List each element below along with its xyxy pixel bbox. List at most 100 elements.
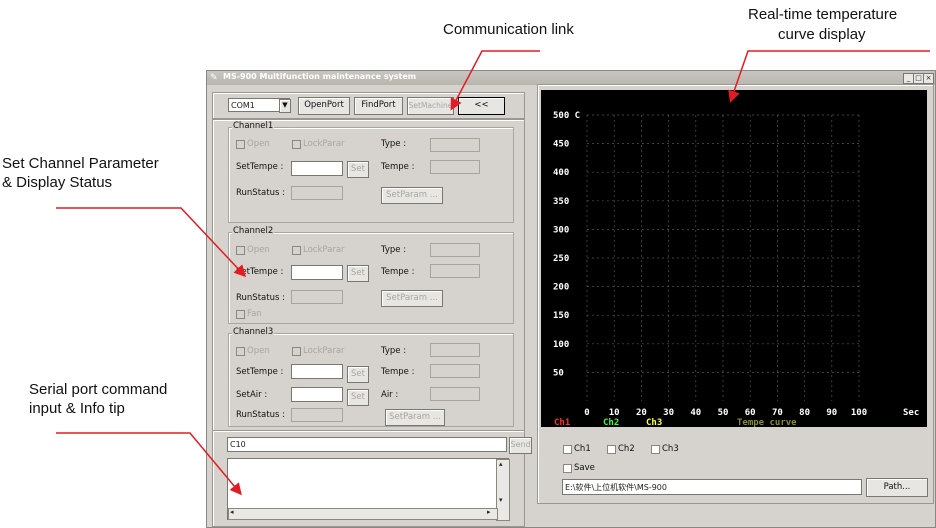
info-horizontal-scrollbar[interactable]: ◂ ▸ xyxy=(228,508,498,520)
channel3-tempe-field xyxy=(430,364,480,378)
ch1-checkbox[interactable] xyxy=(563,445,572,454)
channel1-runstatus-label: RunStatus : xyxy=(236,188,285,198)
info-vertical-scrollbar[interactable]: ▴ ▾ xyxy=(496,459,510,521)
channel2-runstatus-field xyxy=(291,290,343,304)
channel2-set-button[interactable]: Set xyxy=(347,265,369,282)
channel3-title: Channel3 xyxy=(232,327,275,337)
channel3-type-label: Type : xyxy=(381,346,407,356)
ch3-checkbox[interactable] xyxy=(651,445,660,454)
channel2-title: Channel2 xyxy=(232,226,275,236)
x-tick-label: 100 xyxy=(851,408,867,418)
channel1-set-button[interactable]: Set xyxy=(347,161,369,178)
set-machine-button[interactable]: SetMachine xyxy=(407,97,454,115)
x-tick-label: 70 xyxy=(772,408,783,418)
send-button[interactable]: Send xyxy=(509,437,532,454)
channel1-title: Channel1 xyxy=(232,121,275,131)
serial-command-input[interactable]: C10 xyxy=(227,437,507,452)
channel3-lock-checkbox[interactable] xyxy=(292,347,301,356)
channel3-lock-label: LockParar xyxy=(303,346,345,356)
x-tick-label: 40 xyxy=(690,408,701,418)
y-tick-label: 400 xyxy=(553,168,569,178)
channel1-setparam-button[interactable]: SetParam ... xyxy=(381,187,443,204)
channel3-settempe-input[interactable] xyxy=(291,364,343,379)
scroll-down-icon[interactable]: ▾ xyxy=(499,496,503,504)
channel1-open-checkbox[interactable] xyxy=(236,140,245,149)
x-tick-label: 10 xyxy=(609,408,620,418)
channel2-setparam-button[interactable]: SetParam ... xyxy=(381,290,443,307)
channel2-lock-checkbox[interactable] xyxy=(292,246,301,255)
annotation-serial-line2: input & Info tip xyxy=(29,400,125,417)
save-checkbox[interactable] xyxy=(563,464,572,473)
channel2-tempe-field xyxy=(430,264,480,278)
temperature-chart-svg: 500 C 450 400 350 300 250 200 150 100 50 0 10 20 30 40… xyxy=(553,111,919,427)
channel2-open-checkbox[interactable] xyxy=(236,246,245,255)
channel3-setparam-button[interactable]: SetParam ... xyxy=(385,409,445,426)
annotation-communication-link: Communication link xyxy=(443,21,574,38)
channel2-type-label: Type : xyxy=(381,245,407,255)
y-tick-label: 350 xyxy=(553,197,569,207)
x-tick-label: 30 xyxy=(663,408,674,418)
x-tick-label: 0 xyxy=(584,408,589,418)
close-button[interactable]: × xyxy=(923,73,934,84)
scroll-right-icon[interactable]: ▸ xyxy=(487,508,491,516)
channel3-runstatus-label: RunStatus : xyxy=(236,410,285,420)
open-port-button[interactable]: OpenPort xyxy=(298,97,350,115)
channel3-open-checkbox[interactable] xyxy=(236,347,245,356)
legend-ch3: Ch3 xyxy=(646,418,662,427)
find-port-button[interactable]: FindPort xyxy=(354,97,403,115)
y-tick-label: 450 xyxy=(553,140,569,150)
channel3-open-label: Open xyxy=(247,346,270,356)
channel2-fan-label: Fan xyxy=(247,309,262,319)
channel3-setair-button[interactable]: Set xyxy=(347,389,369,406)
channel3-setair-input[interactable] xyxy=(291,387,343,402)
channel3-setair-label: SetAir : xyxy=(236,390,268,400)
channel1-lock-label: LockParar xyxy=(303,139,345,149)
temperature-chart: 500 C 450 400 350 300 250 200 150 100 50 0 10 20 30 40… xyxy=(541,90,927,427)
annotation-temperature-line1: Real-time temperature xyxy=(748,6,898,23)
app-icon: ✎ xyxy=(210,73,218,83)
annotation-channel-line2: & Display Status xyxy=(2,174,113,191)
annotation-temperature-line2: curve display xyxy=(778,26,866,43)
x-tick-label: 50 xyxy=(718,408,729,418)
channel2-open-label: Open xyxy=(247,245,270,255)
ch2-checkbox-label: Ch2 xyxy=(618,444,635,454)
channel1-tempe-label: Tempe : xyxy=(381,162,415,172)
x-tick-label: 60 xyxy=(745,408,756,418)
channel2-fan-checkbox[interactable] xyxy=(236,310,245,319)
y-tick-label: 300 xyxy=(553,225,569,235)
channel2-lock-label: LockParar xyxy=(303,245,345,255)
ch2-checkbox[interactable] xyxy=(607,445,616,454)
port-dropdown-button[interactable]: ▼ xyxy=(279,99,291,113)
channel3-set-button[interactable]: Set xyxy=(347,366,369,383)
channel2-settempe-input[interactable] xyxy=(291,265,343,280)
chart-title: Tempe curve xyxy=(737,418,797,427)
y-tick-label: 200 xyxy=(553,283,569,293)
legend-ch2: Ch2 xyxy=(603,418,619,427)
channel3-air-field xyxy=(430,387,480,401)
channel2-tempe-label: Tempe : xyxy=(381,267,415,277)
channel1-settempe-label: SetTempe : xyxy=(236,162,284,172)
path-button[interactable]: Path... xyxy=(866,478,928,497)
channel1-tempe-field xyxy=(430,160,480,174)
ch1-checkbox-label: Ch1 xyxy=(574,444,591,454)
channel3-type-field xyxy=(430,343,480,357)
x-tick-label: 20 xyxy=(636,408,647,418)
scroll-left-icon[interactable]: ◂ xyxy=(230,508,234,516)
channel3-air-label: Air : xyxy=(381,390,399,400)
channel1-type-label: Type : xyxy=(381,139,407,149)
legend-ch1: Ch1 xyxy=(554,418,570,427)
path-input[interactable]: E:\软件\上位机软件\MS-900 xyxy=(562,479,862,495)
channel1-runstatus-field xyxy=(291,186,343,200)
collapse-button[interactable]: << xyxy=(458,97,505,115)
channel1-lock-checkbox[interactable] xyxy=(292,140,301,149)
scroll-up-icon[interactable]: ▴ xyxy=(499,460,503,468)
annotation-channel-line1: Set Channel Parameter xyxy=(2,155,159,172)
channel3-settempe-label: SetTempe : xyxy=(236,367,284,377)
save-checkbox-label: Save xyxy=(574,463,595,473)
channel2-runstatus-label: RunStatus : xyxy=(236,293,285,303)
channel1-open-label: Open xyxy=(247,139,270,149)
channel3-tempe-label: Tempe : xyxy=(381,367,415,377)
channel1-settempe-input[interactable] xyxy=(291,161,343,176)
window-title: MS-900 Multifunction maintenance system xyxy=(223,72,417,81)
y-tick-label: 100 xyxy=(553,340,569,350)
